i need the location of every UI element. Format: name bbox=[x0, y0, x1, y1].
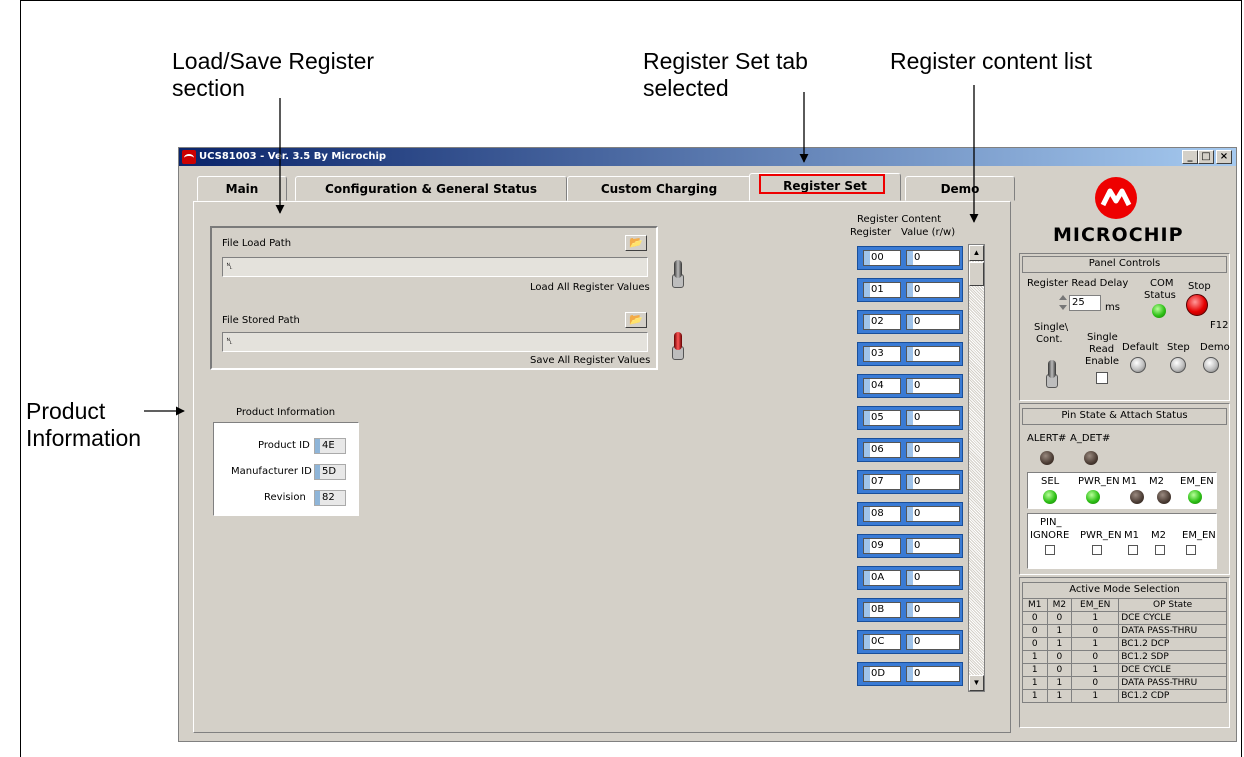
callout-arrows bbox=[144, 85, 979, 416]
